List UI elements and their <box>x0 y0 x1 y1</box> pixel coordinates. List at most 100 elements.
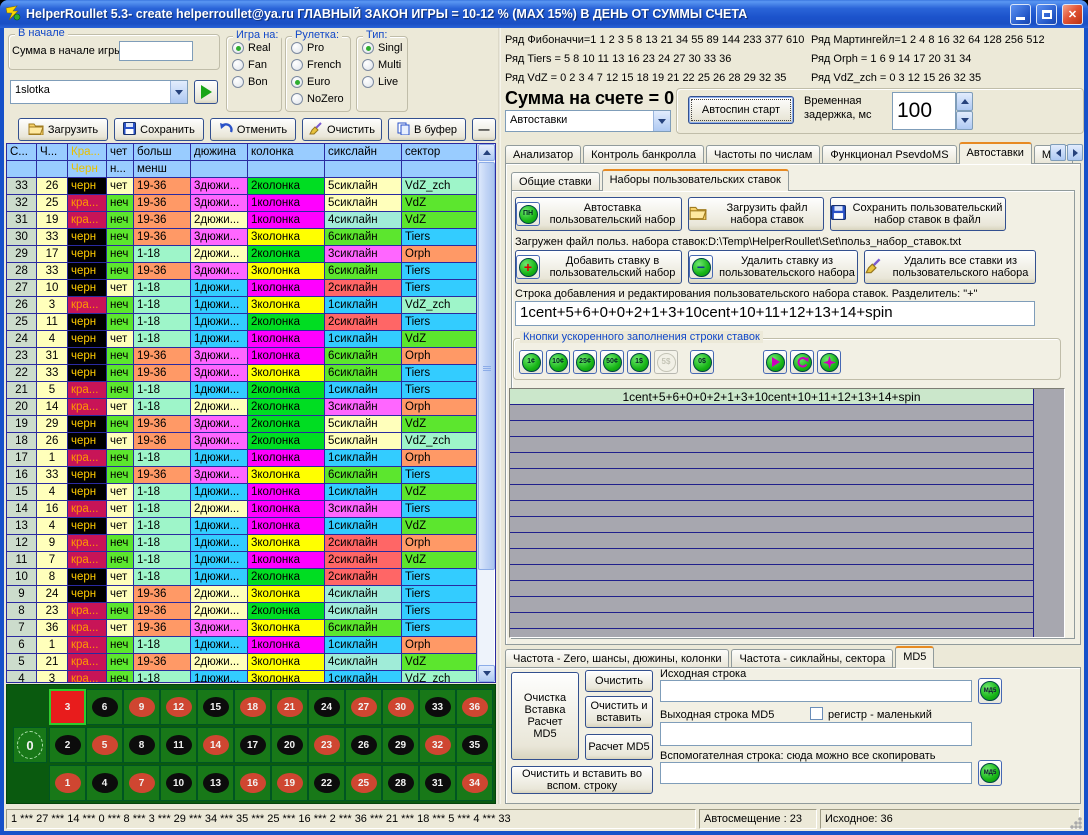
quick-bet-50-button[interactable]: 50¢ <box>600 350 624 374</box>
table-header[interactable] <box>325 161 402 178</box>
quick-bet-25-button[interactable]: 25¢ <box>573 350 597 374</box>
radio-option-french[interactable]: French <box>291 59 350 71</box>
table-header[interactable]: менш <box>134 161 191 178</box>
remove-bet-button[interactable]: − Удалить ставку из пользовательского на… <box>688 250 858 284</box>
roulette-number-0[interactable]: 0 <box>13 727 47 763</box>
quick-play-button[interactable] <box>763 350 787 374</box>
roulette-number-30[interactable]: 30 <box>382 689 419 725</box>
table-header[interactable]: больш <box>134 144 191 161</box>
roulette-number-23[interactable]: 23 <box>308 727 345 763</box>
quick-bet-0-button[interactable]: 0$ <box>690 350 714 374</box>
bet-list-item[interactable]: 1cent+5+6+0+0+2+1+3+10cent+10+11+12+13+1… <box>510 389 1033 405</box>
autospin-start-button[interactable]: Автоспин старт <box>688 96 794 124</box>
source-string-input[interactable] <box>660 680 972 702</box>
subtab-общие-ставки[interactable]: Общие ставки <box>511 172 600 191</box>
md5-clear-paste-aux-button[interactable]: Очистить и вставить во вспом. строку <box>511 766 653 794</box>
bottomtab-частота-сиклайны-сектора[interactable]: Частота - сиклайны, сектора <box>731 649 893 668</box>
roulette-number-25[interactable]: 25 <box>345 765 382 801</box>
roulette-number-9[interactable]: 9 <box>123 689 160 725</box>
md5-clear-paste-button[interactable]: Очистить и вставить <box>585 696 653 728</box>
spinner-down-icon[interactable] <box>956 111 973 130</box>
to-buffer-button[interactable]: В буфер <box>388 118 466 141</box>
roulette-number-18[interactable]: 18 <box>234 689 271 725</box>
roulette-number-12[interactable]: 12 <box>160 689 197 725</box>
roulette-number-4[interactable]: 4 <box>86 765 123 801</box>
scroll-down-icon[interactable] <box>478 665 495 682</box>
radio-option-pro[interactable]: Pro <box>291 42 350 54</box>
radio-option-nozero[interactable]: NoZero <box>291 93 350 105</box>
roulette-number-22[interactable]: 22 <box>308 765 345 801</box>
roulette-number-29[interactable]: 29 <box>382 727 419 763</box>
bottomtab-md5[interactable]: MD5 <box>895 646 934 668</box>
quick-bet-10-button[interactable]: 10¢ <box>546 350 570 374</box>
radio-option-live[interactable]: Live <box>362 76 407 88</box>
radio-option-bon[interactable]: Bon <box>232 76 281 88</box>
table-header[interactable]: чет <box>107 144 134 161</box>
radio-option-fan[interactable]: Fan <box>232 59 281 71</box>
tab-scroll-left-icon[interactable] <box>1050 144 1066 161</box>
roulette-number-8[interactable]: 8 <box>123 727 160 763</box>
quick-bet-1-button[interactable]: 1¢ <box>519 350 543 374</box>
roulette-number-15[interactable]: 15 <box>197 689 234 725</box>
roulette-number-35[interactable]: 35 <box>456 727 493 763</box>
bet-string-input[interactable]: 1cent+5+6+0+0+2+1+3+10cent+10+11+12+13+1… <box>515 301 1035 326</box>
table-header[interactable]: дюжина <box>191 144 248 161</box>
save-button[interactable]: Сохранить <box>114 118 204 141</box>
register-checkbox[interactable] <box>810 707 823 720</box>
quick-refresh-button[interactable] <box>790 350 814 374</box>
resize-grip[interactable] <box>1069 816 1082 829</box>
close-button[interactable]: ✕ <box>1062 4 1083 25</box>
scrollbar-thumb[interactable] <box>478 162 495 570</box>
table-header[interactable] <box>248 161 325 178</box>
roulette-number-17[interactable]: 17 <box>234 727 271 763</box>
table-header[interactable]: колонка <box>248 144 325 161</box>
tab-scroll-right-icon[interactable] <box>1067 144 1083 161</box>
table-header[interactable]: Черн <box>68 161 107 178</box>
roulette-number-36[interactable]: 36 <box>456 689 493 725</box>
md5-aux-icon[interactable]: МД5 <box>978 760 1002 786</box>
chevron-down-icon[interactable] <box>170 81 187 103</box>
table-header[interactable] <box>7 161 37 178</box>
remove-all-bets-button[interactable]: Удалить все ставки из пользовательского … <box>864 250 1036 284</box>
roulette-number-32[interactable]: 32 <box>419 727 456 763</box>
roulette-number-21[interactable]: 21 <box>271 689 308 725</box>
maximize-button[interactable] <box>1036 4 1057 25</box>
roulette-number-3[interactable]: 3 <box>49 689 86 725</box>
tab-анализатор[interactable]: Анализатор <box>505 145 581 164</box>
spinner-up-icon[interactable] <box>956 92 973 111</box>
tab-частоты-по-числам[interactable]: Частоты по числам <box>706 145 820 164</box>
roulette-number-14[interactable]: 14 <box>197 727 234 763</box>
title-bar[interactable]: HelperRoullet 5.3- create helperroullet@… <box>0 0 1088 28</box>
quick-star-button[interactable] <box>817 350 841 374</box>
md5-calc-icon[interactable]: МД5 <box>978 678 1002 704</box>
radio-option-real[interactable]: Real <box>232 42 281 54</box>
chevron-down-icon[interactable] <box>653 111 670 131</box>
start-sum-input[interactable] <box>119 41 193 61</box>
undo-button[interactable]: Отменить <box>210 118 296 141</box>
radio-option-multi[interactable]: Multi <box>362 59 407 71</box>
roulette-number-26[interactable]: 26 <box>345 727 382 763</box>
clear-button[interactable]: Очистить <box>302 118 382 141</box>
tab-автоставки[interactable]: Автоставки <box>959 142 1032 164</box>
save-bet-file-button[interactable]: Сохранить пользовательский набор ставок … <box>830 197 1006 231</box>
roulette-number-10[interactable]: 10 <box>160 765 197 801</box>
roulette-number-28[interactable]: 28 <box>382 765 419 801</box>
mode-combo[interactable]: Автоставки <box>505 110 671 132</box>
table-header[interactable]: н... <box>107 161 134 178</box>
output-string-input[interactable] <box>660 722 972 746</box>
roulette-number-20[interactable]: 20 <box>271 727 308 763</box>
delay-input[interactable]: 100 <box>892 92 956 130</box>
table-header[interactable] <box>402 161 477 178</box>
table-scrollbar[interactable] <box>477 144 494 682</box>
table-header[interactable]: Кра... <box>68 144 107 161</box>
roulette-number-27[interactable]: 27 <box>345 689 382 725</box>
radio-option-singl[interactable]: Singl <box>362 42 407 54</box>
roulette-number-16[interactable]: 16 <box>234 765 271 801</box>
bottomtab-частота-zero-шансы-дюжины-колонки[interactable]: Частота - Zero, шансы, дюжины, колонки <box>505 649 729 668</box>
tab-функционал-psevdoms[interactable]: Функционал PsevdoMS <box>822 145 956 164</box>
table-header[interactable]: Ч... <box>37 144 68 161</box>
roulette-number-6[interactable]: 6 <box>86 689 123 725</box>
subtab-наборы-пользовательских-ставок[interactable]: Наборы пользовательских ставок <box>602 169 789 191</box>
table-header[interactable]: сикслайн <box>325 144 402 161</box>
quick-bet-1-button[interactable]: 1$ <box>627 350 651 374</box>
